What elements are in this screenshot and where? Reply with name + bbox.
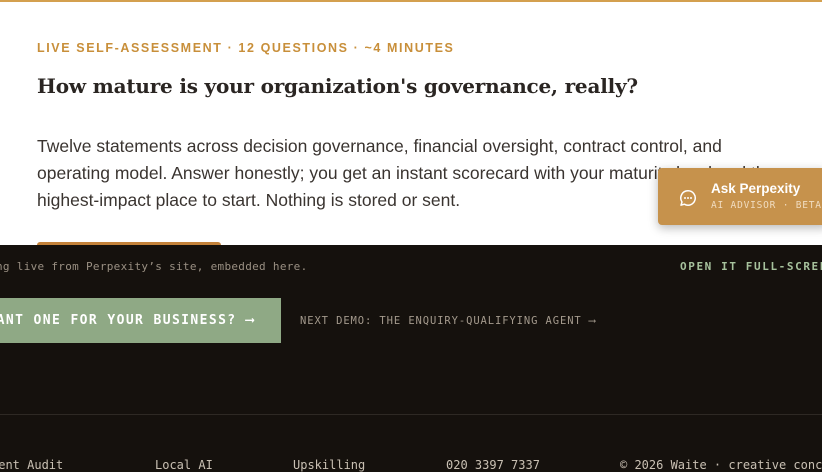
ask-perpexity-widget[interactable]: Ask Perpexity AI ADVISOR · BETA <box>658 168 822 225</box>
chat-bubble-icon <box>679 189 697 207</box>
assessment-title: How mature is your organization's govern… <box>37 74 638 98</box>
ask-widget-title: Ask Perpexity <box>711 181 801 196</box>
next-demo-link[interactable]: NEXT DEMO: THE ENQUIRY-QUALIFYING AGENT … <box>300 315 596 327</box>
footer-divider <box>0 414 822 415</box>
open-full-screen-link[interactable]: OPEN IT FULL-SCREE <box>680 260 822 273</box>
ask-widget-subtitle: AI ADVISOR · BETA <box>711 200 822 211</box>
start-assessment-button[interactable] <box>37 242 221 245</box>
cta-button-label: ANT ONE FOR YOUR BUSINESS? ⟶ <box>0 313 255 328</box>
embed-note: ng live from Perpexity’s site, embedded … <box>0 260 308 273</box>
assessment-eyebrow: LIVE SELF-ASSESSMENT · 12 QUESTIONS · ~4… <box>37 41 455 55</box>
want-one-cta-button[interactable]: ANT ONE FOR YOUR BUSINESS? ⟶ <box>0 298 281 343</box>
